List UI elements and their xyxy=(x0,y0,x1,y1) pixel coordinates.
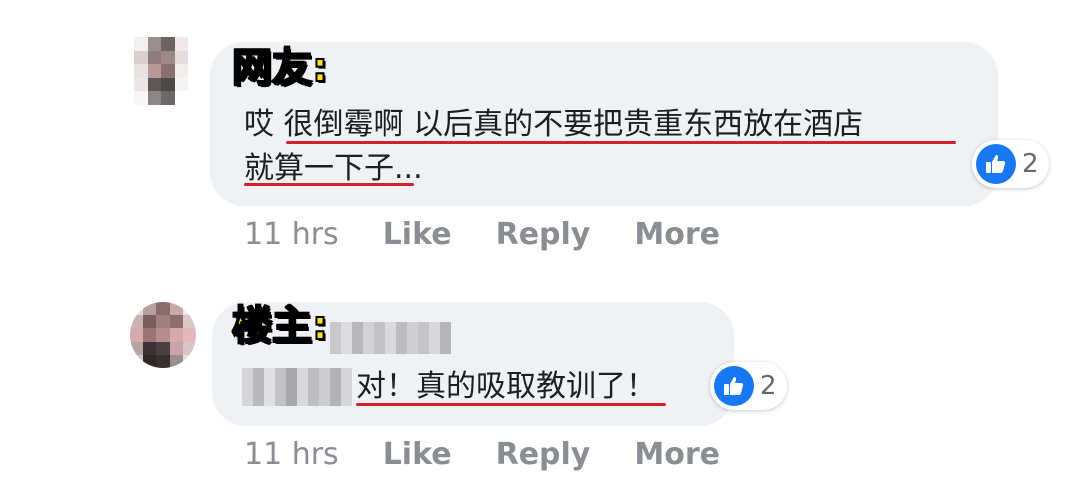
comment-text-line: 就算一下子... xyxy=(244,151,423,186)
red-underline xyxy=(286,141,956,144)
author-label[interactable]: 楼主: xyxy=(231,305,329,347)
reaction-count: 2 xyxy=(760,371,777,401)
like-thumb-icon xyxy=(714,366,754,406)
timestamp[interactable]: 11 hrs xyxy=(244,220,339,250)
like-thumb-icon xyxy=(976,144,1016,184)
like-button[interactable]: Like xyxy=(383,220,452,250)
red-underline xyxy=(244,183,414,186)
more-button[interactable]: More xyxy=(634,440,720,470)
reply-button[interactable]: Reply xyxy=(496,220,591,250)
avatar[interactable] xyxy=(134,37,188,105)
comment-text-line: 哎 很倒霉啊 以后真的不要把贵重东西放在酒店 xyxy=(244,107,864,142)
blurred-username xyxy=(330,322,451,354)
more-button[interactable]: More xyxy=(634,220,720,250)
reaction-badge[interactable]: 2 xyxy=(710,362,787,410)
reaction-count: 2 xyxy=(1022,149,1039,179)
like-button[interactable]: Like xyxy=(383,440,452,470)
comment-text-line: 对！真的吸取教训了！ xyxy=(356,369,656,404)
avatar[interactable] xyxy=(130,302,196,368)
comment-actions: 11 hrs Like Reply More xyxy=(244,440,764,470)
author-label[interactable]: 网友: xyxy=(231,47,329,89)
comment-actions: 11 hrs Like Reply More xyxy=(244,220,764,250)
reaction-badge[interactable]: 2 xyxy=(972,140,1049,188)
red-underline xyxy=(356,403,666,406)
blurred-tagged-name xyxy=(242,368,352,406)
reply-button[interactable]: Reply xyxy=(496,440,591,470)
timestamp[interactable]: 11 hrs xyxy=(244,440,339,470)
